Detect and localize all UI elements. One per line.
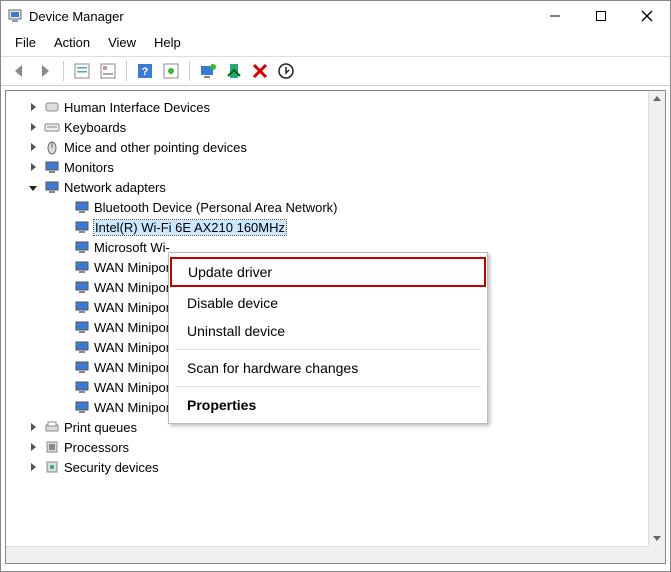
- tree-node-net-bluetooth[interactable]: Bluetooth Device (Personal Area Network): [6, 197, 648, 217]
- tree-node-processors[interactable]: Processors: [6, 437, 648, 457]
- tree-node-security[interactable]: Security devices: [6, 457, 648, 477]
- ctx-uninstall-device[interactable]: Uninstall device: [169, 317, 487, 345]
- network-adapter-icon: [74, 319, 90, 335]
- network-adapter-icon: [44, 179, 60, 195]
- tree-label: Microsoft Wi-: [94, 240, 170, 255]
- tree-node-hid[interactable]: Human Interface Devices: [6, 97, 648, 117]
- tree-label: WAN Miniport: [94, 320, 174, 335]
- collapse-icon[interactable]: [26, 180, 40, 194]
- context-menu: Update driver Disable device Uninstall d…: [168, 252, 488, 424]
- horizontal-scrollbar[interactable]: [6, 546, 648, 563]
- menu-file[interactable]: File: [15, 35, 36, 50]
- menubar: File Action View Help: [1, 31, 670, 56]
- toolbar-scan-icon[interactable]: [159, 59, 183, 83]
- expand-icon[interactable]: [26, 440, 40, 454]
- expand-icon[interactable]: [26, 160, 40, 174]
- mouse-icon: [44, 139, 60, 155]
- print-queue-icon: [44, 419, 60, 435]
- tree-label: WAN Miniport: [94, 280, 174, 295]
- expand-icon[interactable]: [26, 460, 40, 474]
- tree-label: Processors: [64, 440, 129, 455]
- minimize-button[interactable]: [532, 1, 578, 31]
- tree-label: WAN Miniport: [94, 360, 174, 375]
- network-adapter-icon: [74, 399, 90, 415]
- toolbar-update-driver-icon[interactable]: [196, 59, 220, 83]
- menu-view[interactable]: View: [108, 35, 136, 50]
- network-adapter-icon: [74, 359, 90, 375]
- tree-label: WAN Miniport: [94, 260, 174, 275]
- ctx-update-driver[interactable]: Update driver: [170, 257, 486, 287]
- tree-node-mice[interactable]: Mice and other pointing devices: [6, 137, 648, 157]
- tree-label: Print queues: [64, 420, 137, 435]
- tree-node-network[interactable]: Network adapters: [6, 177, 648, 197]
- toolbar-uninstall-icon[interactable]: [248, 59, 272, 83]
- expand-icon[interactable]: [26, 120, 40, 134]
- tree-label: Mice and other pointing devices: [64, 140, 247, 155]
- titlebar: Device Manager: [1, 1, 670, 31]
- back-button[interactable]: [7, 59, 31, 83]
- tree-node-monitors[interactable]: Monitors: [6, 157, 648, 177]
- processor-icon: [44, 439, 60, 455]
- ctx-properties[interactable]: Properties: [169, 391, 487, 419]
- tree-node-keyboards[interactable]: Keyboards: [6, 117, 648, 137]
- tree-label: Bluetooth Device (Personal Area Network): [94, 200, 338, 215]
- network-adapter-icon: [74, 219, 90, 235]
- vertical-scrollbar[interactable]: [648, 91, 665, 546]
- expand-icon[interactable]: [26, 420, 40, 434]
- hid-icon: [44, 99, 60, 115]
- device-manager-icon: [7, 8, 23, 24]
- security-device-icon: [44, 459, 60, 475]
- network-adapter-icon: [74, 239, 90, 255]
- network-adapter-icon: [74, 259, 90, 275]
- scroll-corner: [648, 546, 665, 563]
- tree-label-selected: Intel(R) Wi-Fi 6E AX210 160MHz: [94, 220, 286, 235]
- tree-label: Network adapters: [64, 180, 166, 195]
- network-adapter-icon: [74, 279, 90, 295]
- monitor-icon: [44, 159, 60, 175]
- maximize-button[interactable]: [578, 1, 624, 31]
- toolbar-show-hide-icon[interactable]: [70, 59, 94, 83]
- expand-icon[interactable]: [26, 100, 40, 114]
- toolbar-enable-icon[interactable]: [222, 59, 246, 83]
- toolbar-properties-icon[interactable]: [96, 59, 120, 83]
- tree-label: Keyboards: [64, 120, 126, 135]
- network-adapter-icon: [74, 339, 90, 355]
- ctx-separator: [175, 386, 481, 387]
- svg-text:?: ?: [142, 66, 149, 78]
- toolbar-help-icon[interactable]: ?: [133, 59, 157, 83]
- window-title: Device Manager: [29, 9, 532, 24]
- tree-label: Monitors: [64, 160, 114, 175]
- network-adapter-icon: [74, 379, 90, 395]
- menu-help[interactable]: Help: [154, 35, 181, 50]
- tree-label: Security devices: [64, 460, 159, 475]
- tree-node-net-wifi[interactable]: Intel(R) Wi-Fi 6E AX210 160MHz: [6, 217, 648, 237]
- expand-icon[interactable]: [26, 140, 40, 154]
- forward-button[interactable]: [33, 59, 57, 83]
- ctx-scan-hardware[interactable]: Scan for hardware changes: [169, 354, 487, 382]
- keyboard-icon: [44, 119, 60, 135]
- toolbar: ?: [1, 56, 670, 86]
- tree-label: Human Interface Devices: [64, 100, 210, 115]
- network-adapter-icon: [74, 199, 90, 215]
- tree-label: WAN Miniport: [94, 340, 174, 355]
- tree-label: WAN Miniport: [94, 300, 174, 315]
- close-button[interactable]: [624, 1, 670, 31]
- ctx-disable-device[interactable]: Disable device: [169, 289, 487, 317]
- ctx-separator: [175, 349, 481, 350]
- toolbar-disable-icon[interactable]: [274, 59, 298, 83]
- menu-action[interactable]: Action: [54, 35, 90, 50]
- network-adapter-icon: [74, 299, 90, 315]
